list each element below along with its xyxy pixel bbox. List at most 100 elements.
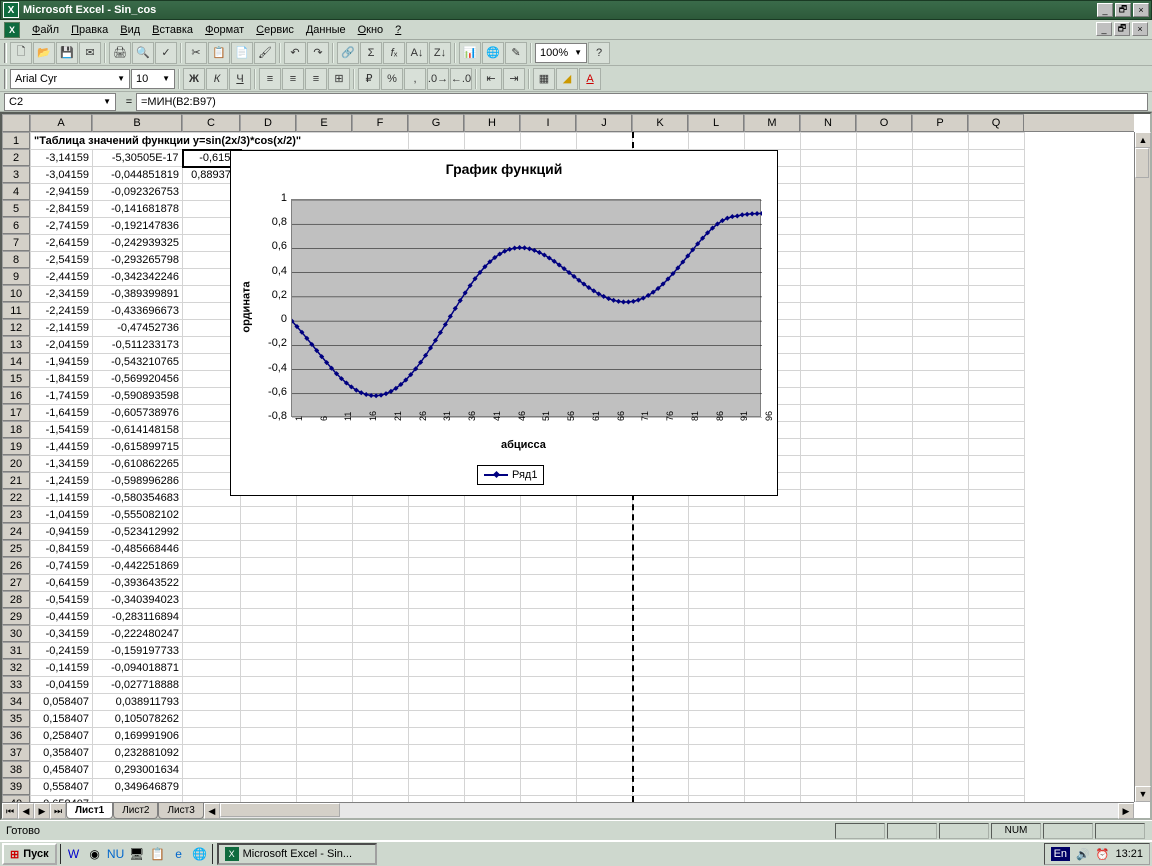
toolbar-handle[interactable] xyxy=(4,69,7,89)
cell[interactable] xyxy=(241,592,297,609)
row-header[interactable]: 12 xyxy=(2,319,30,336)
cell[interactable] xyxy=(801,405,857,422)
cell[interactable]: -0,027718888 xyxy=(93,677,183,694)
cell[interactable] xyxy=(521,728,577,745)
cell[interactable] xyxy=(353,677,409,694)
cell[interactable] xyxy=(913,779,969,796)
cell[interactable] xyxy=(521,711,577,728)
cell[interactable] xyxy=(913,592,969,609)
hyperlink-button[interactable]: 🔗 xyxy=(337,42,359,64)
column-header-C[interactable]: C xyxy=(182,114,240,132)
autosum-button[interactable]: Σ xyxy=(360,42,382,64)
cell[interactable] xyxy=(633,524,689,541)
cell[interactable]: -0,283116894 xyxy=(93,609,183,626)
cell[interactable] xyxy=(969,558,1025,575)
sheet-tab[interactable]: Лист2 xyxy=(113,803,158,819)
row-header[interactable]: 16 xyxy=(2,387,30,404)
cell[interactable] xyxy=(913,184,969,201)
cell[interactable] xyxy=(801,677,857,694)
sheet-tab[interactable]: Лист3 xyxy=(158,803,203,819)
cell[interactable] xyxy=(689,660,745,677)
cell[interactable] xyxy=(297,541,353,558)
row-header[interactable]: 4 xyxy=(2,183,30,200)
cell[interactable] xyxy=(801,286,857,303)
increase-indent-button[interactable]: ⇥ xyxy=(503,68,525,90)
decrease-decimal-button[interactable]: ←.0 xyxy=(450,68,472,90)
cell[interactable] xyxy=(745,660,801,677)
cell[interactable] xyxy=(969,354,1025,371)
cell[interactable] xyxy=(913,269,969,286)
cell[interactable] xyxy=(969,235,1025,252)
cell[interactable] xyxy=(969,779,1025,796)
cell[interactable] xyxy=(801,524,857,541)
cell[interactable]: -0,433696673 xyxy=(93,303,183,320)
cell[interactable] xyxy=(745,541,801,558)
cell[interactable] xyxy=(409,626,465,643)
cell[interactable] xyxy=(183,626,241,643)
cell[interactable] xyxy=(183,524,241,541)
cell[interactable] xyxy=(913,660,969,677)
cell[interactable] xyxy=(297,677,353,694)
cell[interactable] xyxy=(183,660,241,677)
select-all-corner[interactable] xyxy=(2,114,30,132)
row-header[interactable]: 31 xyxy=(2,642,30,659)
row-header[interactable]: 20 xyxy=(2,455,30,472)
cell[interactable] xyxy=(353,643,409,660)
cell[interactable] xyxy=(353,592,409,609)
cell[interactable] xyxy=(801,133,857,150)
quicklaunch-icon[interactable]: ◉ xyxy=(86,845,104,863)
cell[interactable] xyxy=(913,371,969,388)
cell[interactable] xyxy=(689,779,745,796)
cell[interactable]: -0,543210765 xyxy=(93,354,183,371)
cell[interactable] xyxy=(913,473,969,490)
cell[interactable] xyxy=(183,762,241,779)
cell[interactable]: -2,84159 xyxy=(31,201,93,218)
cell[interactable] xyxy=(857,439,913,456)
row-header[interactable]: 22 xyxy=(2,489,30,506)
align-right-button[interactable]: ≡ xyxy=(305,68,327,90)
cell[interactable]: -1,34159 xyxy=(31,456,93,473)
formula-input[interactable]: =МИН(B2:B97) xyxy=(136,93,1148,111)
cell[interactable] xyxy=(577,592,633,609)
row-header[interactable]: 10 xyxy=(2,285,30,302)
column-header-M[interactable]: M xyxy=(744,114,800,132)
italic-button[interactable]: К xyxy=(206,68,228,90)
cell[interactable] xyxy=(801,269,857,286)
cell[interactable] xyxy=(745,711,801,728)
cell[interactable] xyxy=(745,745,801,762)
cell[interactable] xyxy=(689,133,745,150)
cell[interactable] xyxy=(633,609,689,626)
cell[interactable] xyxy=(857,337,913,354)
cell[interactable] xyxy=(689,677,745,694)
cell[interactable]: -1,04159 xyxy=(31,507,93,524)
row-header[interactable]: 3 xyxy=(2,166,30,183)
cell[interactable] xyxy=(801,422,857,439)
mdi-restore-button[interactable]: 🗗 xyxy=(1114,22,1130,36)
column-header-A[interactable]: A xyxy=(30,114,92,132)
cell[interactable] xyxy=(857,133,913,150)
cell[interactable] xyxy=(913,711,969,728)
column-header-I[interactable]: I xyxy=(520,114,576,132)
cell[interactable] xyxy=(857,320,913,337)
cell[interactable] xyxy=(633,660,689,677)
row-header[interactable]: 23 xyxy=(2,506,30,523)
row-header[interactable]: 36 xyxy=(2,727,30,744)
cell[interactable] xyxy=(969,388,1025,405)
cell[interactable]: -0,159197733 xyxy=(93,643,183,660)
new-button[interactable]: 🗋 xyxy=(10,42,32,64)
cell[interactable] xyxy=(801,320,857,337)
scroll-thumb[interactable] xyxy=(220,803,340,817)
cell[interactable] xyxy=(857,762,913,779)
cell[interactable] xyxy=(801,473,857,490)
cell[interactable] xyxy=(969,269,1025,286)
cell[interactable] xyxy=(409,575,465,592)
cell[interactable] xyxy=(857,711,913,728)
cell[interactable] xyxy=(857,592,913,609)
cell[interactable] xyxy=(521,575,577,592)
cell[interactable] xyxy=(913,133,969,150)
cell[interactable] xyxy=(745,762,801,779)
cell[interactable] xyxy=(913,762,969,779)
minimize-button[interactable]: _ xyxy=(1097,3,1113,17)
cell[interactable] xyxy=(801,218,857,235)
menu-вид[interactable]: Вид xyxy=(114,22,146,38)
